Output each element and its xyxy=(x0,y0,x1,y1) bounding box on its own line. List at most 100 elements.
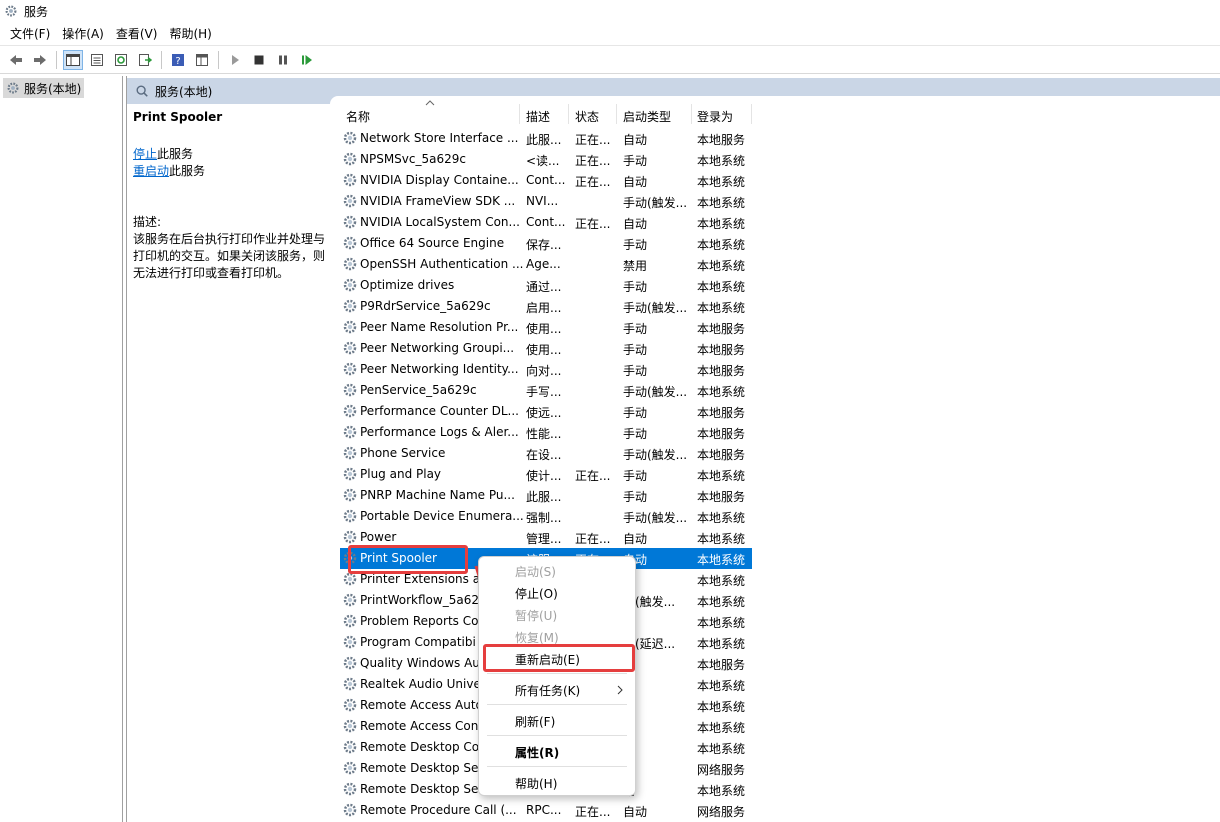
cell-log-on-as: 本地系统 xyxy=(697,259,746,273)
cell-name: Optimize drives xyxy=(360,278,455,292)
menu-file[interactable]: 文件(F) xyxy=(4,25,56,42)
forward-arrow-icon[interactable] xyxy=(30,50,50,70)
table-row[interactable]: Network Store Interface ... 此服... 正在... 自动 本… xyxy=(340,128,752,149)
console-tree-icon[interactable] xyxy=(63,49,83,70)
cell-startup-type: 手动 xyxy=(623,322,648,336)
cell-log-on-as: 本地服务 xyxy=(697,448,746,462)
cell-startup-type: 自动 xyxy=(623,133,648,147)
cell-log-on-as: 本地系统 xyxy=(697,700,746,714)
cell-name: P9RdrService_5a629c xyxy=(360,299,491,313)
menu-item-refresh[interactable]: 刷新(F) xyxy=(515,713,555,730)
table-row[interactable]: Remote Procedure Call (... RPC... 正在... 自动 网… xyxy=(340,800,752,821)
refresh-icon[interactable] xyxy=(111,50,131,70)
export-icon[interactable] xyxy=(135,50,155,70)
cell-log-on-as: 本地系统 xyxy=(697,511,746,525)
cell-log-on-as: 本地服务 xyxy=(697,658,746,672)
table-row[interactable]: NVIDIA Display Containe... Cont... 正在... 自动… xyxy=(340,170,752,191)
table-row[interactable]: Optimize drives 通过... 手动 本地系统 xyxy=(340,275,752,296)
menu-item-properties[interactable]: 属性(R) xyxy=(515,744,559,761)
cell-log-on-as: 本地系统 xyxy=(697,679,746,693)
column-header-status[interactable]: 状态 xyxy=(575,108,599,125)
cell-log-on-as: 网络服务 xyxy=(697,805,746,819)
cell-startup-type: 手动 xyxy=(623,343,648,357)
tree-item-label: 服务(本地) xyxy=(24,81,82,96)
menu-item-start[interactable]: 启动(S) xyxy=(515,563,556,580)
column-header-startup-type[interactable]: 启动类型 xyxy=(623,108,671,125)
cell-description: 在设... xyxy=(526,448,562,462)
table-row[interactable]: Portable Device Enumera... 强制... 手动(触发... 本… xyxy=(340,506,752,527)
table-row[interactable]: P9RdrService_5a629c 启用... 手动(触发... 本地系统 xyxy=(340,296,752,317)
service-gear-icon xyxy=(342,130,358,146)
cell-startup-type: 手动 xyxy=(623,238,648,252)
table-row[interactable]: NVIDIA FrameView SDK ... NVI... 手动(触发... 本地… xyxy=(340,191,752,212)
cell-log-on-as: 本地服务 xyxy=(697,133,746,147)
extended-description-pane: Print Spooler 停止此服务 重启动此服务 描述: 该服务在后台执行打… xyxy=(127,104,330,822)
menu-action[interactable]: 操作(A) xyxy=(56,25,110,42)
table-row[interactable]: PNRP Machine Name Pu... 此服... 手动 本地服务 xyxy=(340,485,752,506)
menu-view[interactable]: 查看(V) xyxy=(110,25,164,42)
cell-description: 使计... xyxy=(526,469,562,483)
cell-log-on-as: 本地服务 xyxy=(697,364,746,378)
stop-service-link[interactable]: 停止 xyxy=(133,147,157,161)
table-row[interactable]: Peer Name Resolution Pr... 使用... 手动 本地服务 xyxy=(340,317,752,338)
menu-item-stop[interactable]: 停止(O) xyxy=(515,585,558,602)
cell-description: <读... xyxy=(526,154,560,168)
resume-icon[interactable] xyxy=(297,50,317,70)
properties-icon[interactable] xyxy=(87,50,107,70)
pause-icon[interactable] xyxy=(273,50,293,70)
cell-startup-type: 手动(触发... xyxy=(623,385,688,399)
table-row[interactable]: Performance Counter DL... 使远... 手动 本地服务 xyxy=(340,401,752,422)
cell-name: Remote Procedure Call (... xyxy=(360,803,517,817)
view-icon[interactable] xyxy=(192,50,212,70)
table-row[interactable]: Performance Logs & Aler... 性能... 手动 本地服务 xyxy=(340,422,752,443)
cell-description: NVI... xyxy=(526,194,559,208)
table-row[interactable]: OpenSSH Authentication ... Age... 禁用 本地系统 xyxy=(340,254,752,275)
cell-status: 正在... xyxy=(575,154,611,168)
table-row[interactable]: NVIDIA LocalSystem Con... Cont... 正在... 自动 本… xyxy=(340,212,752,233)
cell-status: 正在... xyxy=(575,133,611,147)
column-divider[interactable] xyxy=(519,104,520,124)
table-row[interactable]: NPSMSvc_5a629c <读... 正在... 手动 本地系统 xyxy=(340,149,752,170)
cell-status: 正在... xyxy=(575,469,611,483)
restart-service-link[interactable]: 重启动 xyxy=(133,164,169,178)
table-row[interactable]: Office 64 Source Engine 保存... 手动 本地系统 xyxy=(340,233,752,254)
cell-name: Peer Networking Groupi... xyxy=(360,341,515,355)
menu-help[interactable]: 帮助(H) xyxy=(163,25,217,42)
table-row[interactable]: Peer Networking Identity... 向对... 手动 本地服务 xyxy=(340,359,752,380)
column-header-log-on-as[interactable]: 登录为 xyxy=(697,108,733,125)
column-divider[interactable] xyxy=(616,104,617,124)
stop-icon[interactable] xyxy=(249,50,269,70)
cell-name: Performance Counter DL... xyxy=(360,404,519,418)
table-row[interactable]: Plug and Play 使计... 正在... 手动 本地系统 xyxy=(340,464,752,485)
header-title: 服务(本地) xyxy=(155,84,213,99)
table-row[interactable]: Phone Service 在设... 手动(触发... 本地服务 xyxy=(340,443,752,464)
menu-item-pause[interactable]: 暂停(U) xyxy=(515,607,557,624)
back-arrow-icon[interactable] xyxy=(6,50,26,70)
cell-startup-type: 自动 xyxy=(623,217,648,231)
column-header-description[interactable]: 描述 xyxy=(526,108,550,125)
table-row[interactable]: PenService_5a629c 手写... 手动(触发... 本地系统 xyxy=(340,380,752,401)
console-tree: 服务(本地) xyxy=(0,76,123,822)
cell-name: Performance Logs & Aler... xyxy=(360,425,519,439)
cell-log-on-as: 本地系统 xyxy=(697,742,746,756)
service-gear-icon xyxy=(342,382,358,398)
cell-log-on-as: 本地系统 xyxy=(697,469,746,483)
cell-startup-type: 手动 xyxy=(623,364,648,378)
play-icon[interactable] xyxy=(225,50,245,70)
cell-name: Peer Name Resolution Pr... xyxy=(360,320,519,334)
service-gear-icon xyxy=(342,340,358,356)
cell-description: Cont... xyxy=(526,173,566,187)
column-divider[interactable] xyxy=(751,104,752,124)
menu-item-all-tasks[interactable]: 所有任务(K) xyxy=(515,682,580,699)
table-row[interactable]: Peer Networking Groupi... 使用... 手动 本地服务 xyxy=(340,338,752,359)
service-gear-icon xyxy=(342,466,358,482)
cell-description: Age... xyxy=(526,257,561,271)
table-header: 名称 描述 状态 启动类型 登录为 xyxy=(330,96,1220,128)
column-divider[interactable] xyxy=(568,104,569,124)
column-divider[interactable] xyxy=(691,104,692,124)
help-icon[interactable]: ? xyxy=(168,50,188,70)
column-header-name[interactable]: 名称 xyxy=(346,108,370,125)
tree-item-services-local[interactable]: 服务(本地) xyxy=(3,78,85,98)
service-gear-icon xyxy=(342,193,358,209)
menu-item-help[interactable]: 帮助(H) xyxy=(515,775,557,792)
